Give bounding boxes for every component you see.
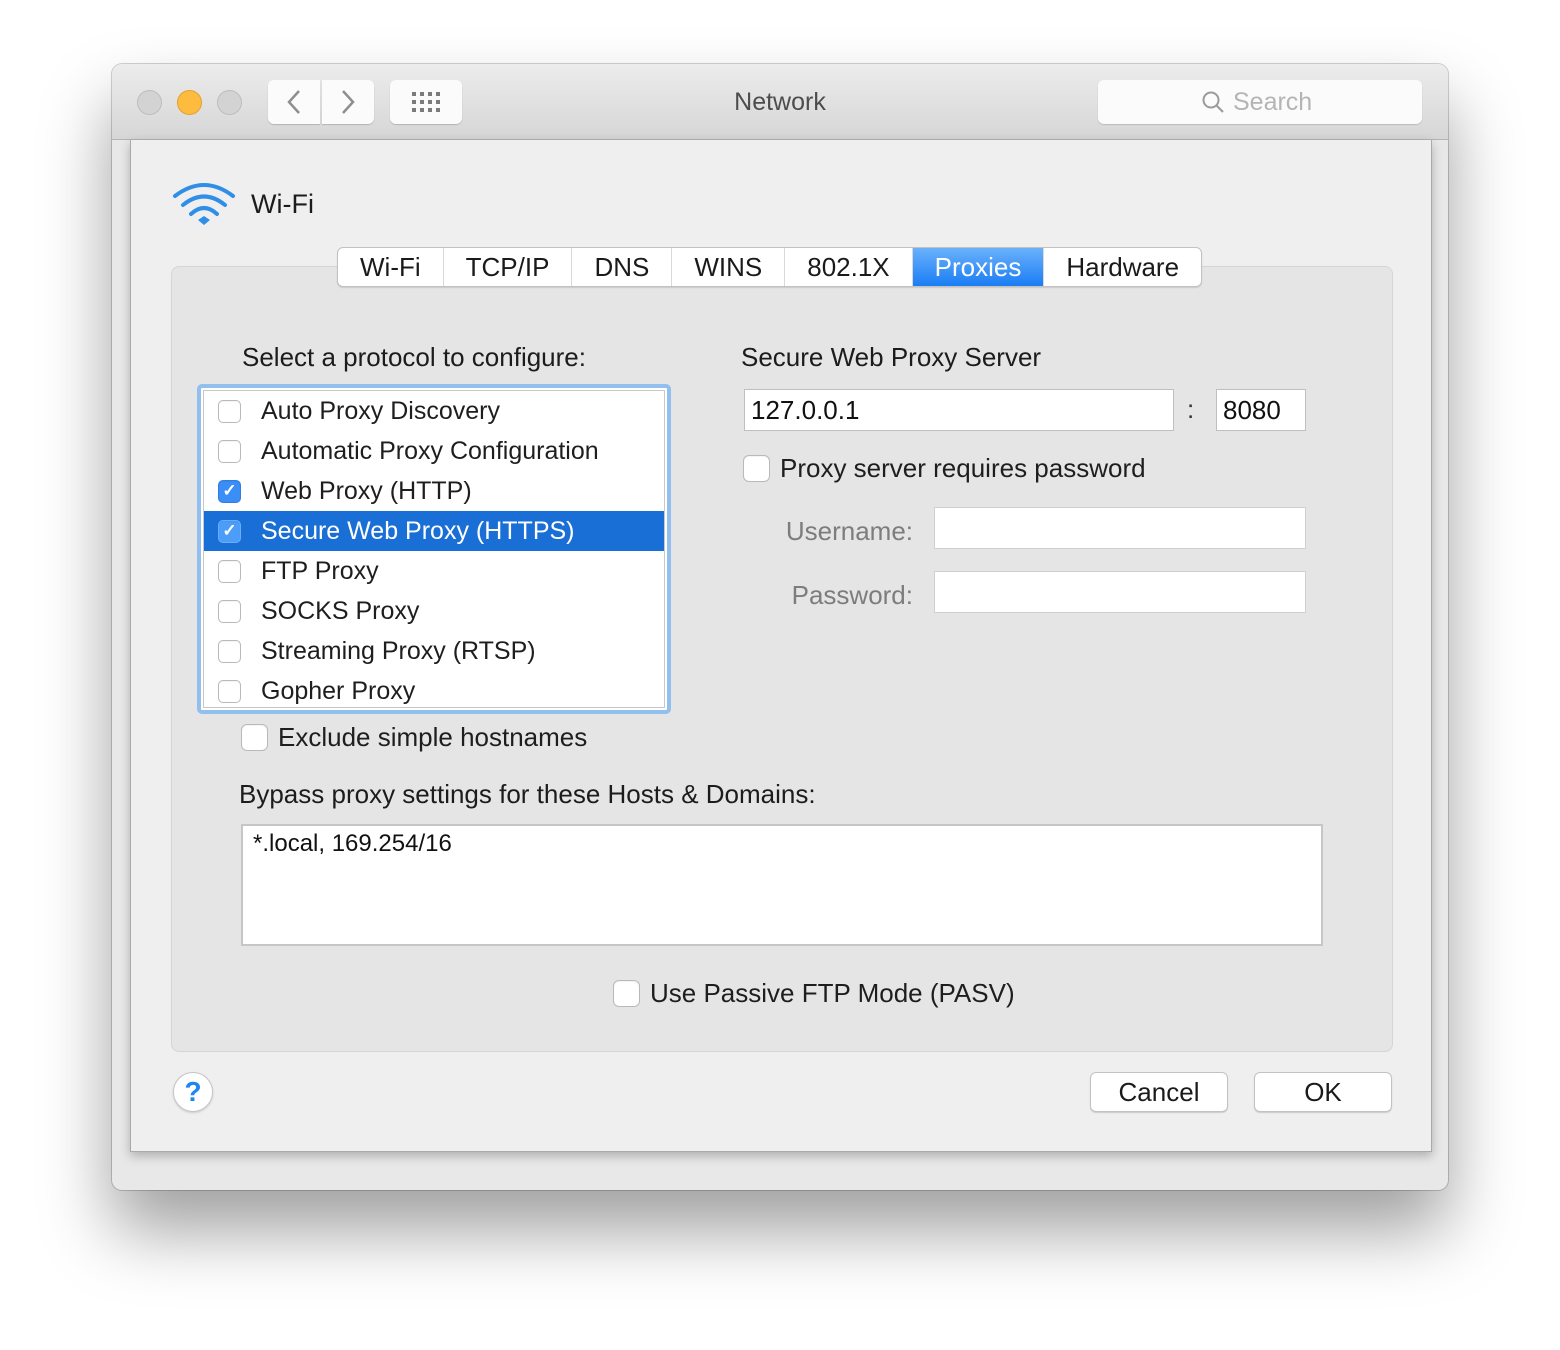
username-field[interactable] [934,507,1306,549]
protocol-row[interactable]: FTP Proxy [204,551,664,591]
wifi-icon [173,183,235,225]
passive-ftp-checkbox[interactable] [613,980,640,1007]
checkbox[interactable] [218,679,241,703]
requires-password-label: Proxy server requires password [780,453,1146,483]
protocol-row[interactable]: ✓ Secure Web Proxy (HTTPS) [204,511,664,551]
passive-ftp-label: Use Passive FTP Mode (PASV) [650,978,1015,1008]
host-port-separator: : [1187,394,1195,424]
protocol-row[interactable]: SOCKS Proxy [204,591,664,631]
interface-name: Wi-Fi [251,188,314,219]
title-bar: Network [112,64,1448,140]
tab-bar: Wi-Fi TCP/IP DNS WINS 802.1X Proxies Har… [337,247,1203,287]
checked-checkbox[interactable]: ✓ [218,519,241,543]
tab-hardware[interactable]: Hardware [1044,248,1201,286]
question-mark-icon: ? [184,1076,202,1107]
protocol-label: Auto Proxy Discovery [261,396,500,425]
protocol-label: Streaming Proxy (RTSP) [261,636,536,665]
checkbox[interactable] [218,559,241,583]
tab-wifi[interactable]: Wi-Fi [338,248,444,286]
tab-8021x[interactable]: 802.1X [785,248,913,286]
tab-dns[interactable]: DNS [572,248,673,286]
protocol-row[interactable]: Auto Proxy Discovery [204,391,664,431]
bypass-hosts-textarea[interactable]: *.local, 169.254/16 [241,824,1323,946]
protocol-list-body: Auto Proxy Discovery Automatic Proxy Conf… [203,390,665,708]
tab-proxies[interactable]: Proxies [912,248,1045,286]
protocol-label: Secure Web Proxy (HTTPS) [261,516,575,545]
protocol-label: SOCKS Proxy [261,596,420,625]
checkbox[interactable] [218,599,241,623]
checked-checkbox[interactable]: ✓ [218,479,241,503]
bypass-label: Bypass proxy settings for these Hosts & … [239,779,816,809]
protocol-list[interactable]: Auto Proxy Discovery Automatic Proxy Conf… [197,384,671,714]
protocol-label: Gopher Proxy [261,676,416,705]
protocol-row[interactable]: Streaming Proxy (RTSP) [204,631,664,671]
requires-password-option[interactable]: Proxy server requires password [743,453,1146,484]
exclude-simple-hostnames-checkbox[interactable] [241,724,268,751]
network-preferences-window: Network Wi-Fi Wi-Fi TCP/IP DNS WINS 802.… [112,64,1448,1190]
protocol-heading: Select a protocol to configure: [242,342,586,372]
protocol-row[interactable]: Automatic Proxy Configuration [204,431,664,471]
search-field[interactable] [1098,80,1422,124]
checkmark-icon: ✓ [222,481,237,500]
proxy-port-field[interactable] [1216,389,1306,431]
tab-tcpip[interactable]: TCP/IP [444,248,573,286]
checkmark-icon: ✓ [222,521,237,540]
passive-ftp-option[interactable]: Use Passive FTP Mode (PASV) [613,978,1015,1009]
protocol-label: Automatic Proxy Configuration [261,436,599,465]
cancel-button[interactable]: Cancel [1090,1072,1228,1112]
search-icon [1202,91,1224,113]
checkbox[interactable] [218,399,241,423]
proxies-sheet: Wi-Fi Wi-Fi TCP/IP DNS WINS 802.1X Proxi… [130,140,1432,1152]
proxy-host-field[interactable] [744,389,1174,431]
requires-password-checkbox[interactable] [743,455,770,482]
password-label: Password: [791,580,913,610]
help-button[interactable]: ? [173,1072,213,1112]
ok-button[interactable]: OK [1254,1072,1392,1112]
checkbox[interactable] [218,439,241,463]
tab-wins[interactable]: WINS [672,248,786,286]
protocol-label: Web Proxy (HTTP) [261,476,472,505]
search-input[interactable] [1233,87,1319,117]
protocol-row[interactable]: Gopher Proxy [204,671,664,711]
password-field[interactable] [934,571,1306,613]
interface-header: Wi-Fi [171,180,314,228]
checkbox[interactable] [218,639,241,663]
protocol-row[interactable]: ✓ Web Proxy (HTTP) [204,471,664,511]
username-label: Username: [785,516,913,546]
exclude-simple-hostnames-label: Exclude simple hostnames [278,722,588,752]
protocol-label: FTP Proxy [261,556,379,585]
server-heading: Secure Web Proxy Server [741,342,1042,372]
exclude-simple-hostnames-option[interactable]: Exclude simple hostnames [241,722,587,753]
